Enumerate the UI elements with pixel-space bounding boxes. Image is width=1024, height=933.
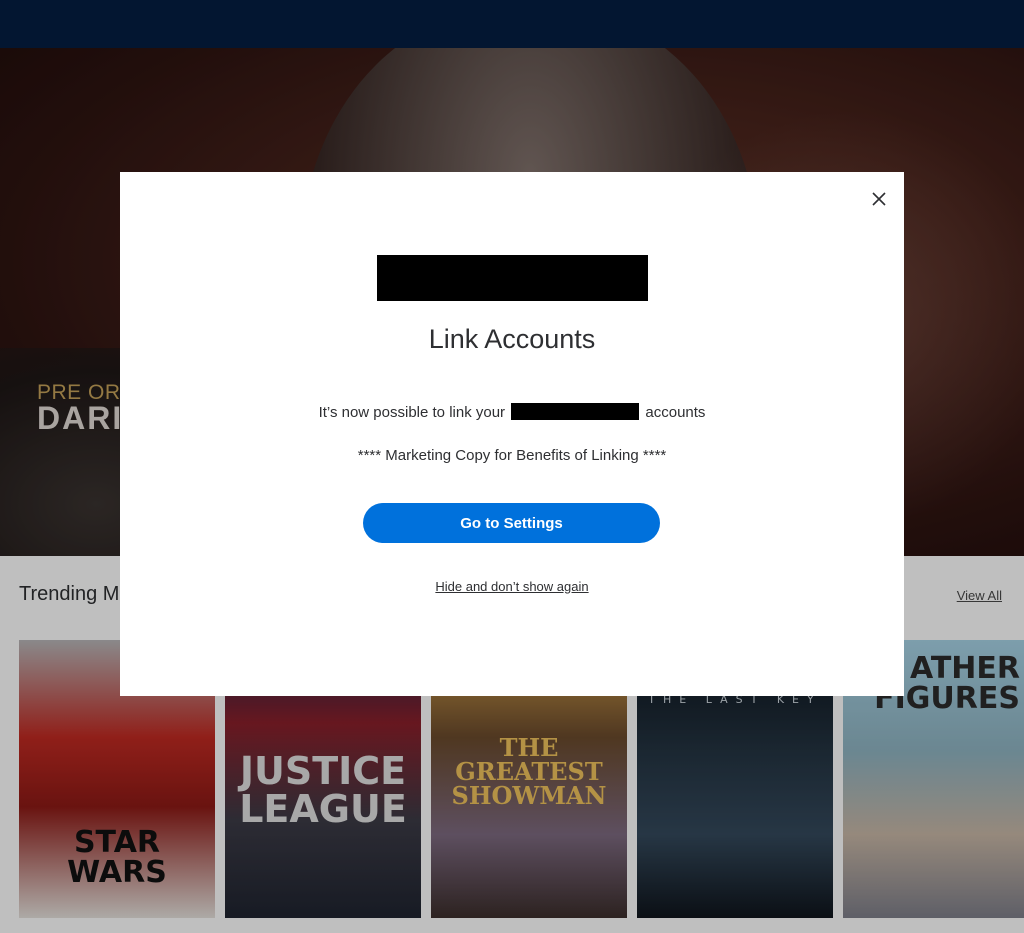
go-to-settings-button[interactable]: Go to Settings [363,503,660,543]
modal-description: It’s now possible to link your accounts [120,403,904,421]
close-button[interactable] [865,185,893,213]
redacted-logo [377,255,648,301]
redacted-brand-name [511,403,640,420]
modal-description-prefix: It’s now possible to link your [318,404,506,421]
hide-dont-show-again-link[interactable]: Hide and don’t show again [120,579,904,594]
modal-title: Link Accounts [428,324,596,354]
link-accounts-modal: Link Accounts It’s now possible to link … [120,172,904,696]
close-icon [872,192,886,206]
modal-description-suffix: accounts [645,404,706,421]
marketing-copy: **** Marketing Copy for Benefits of Link… [357,447,667,464]
